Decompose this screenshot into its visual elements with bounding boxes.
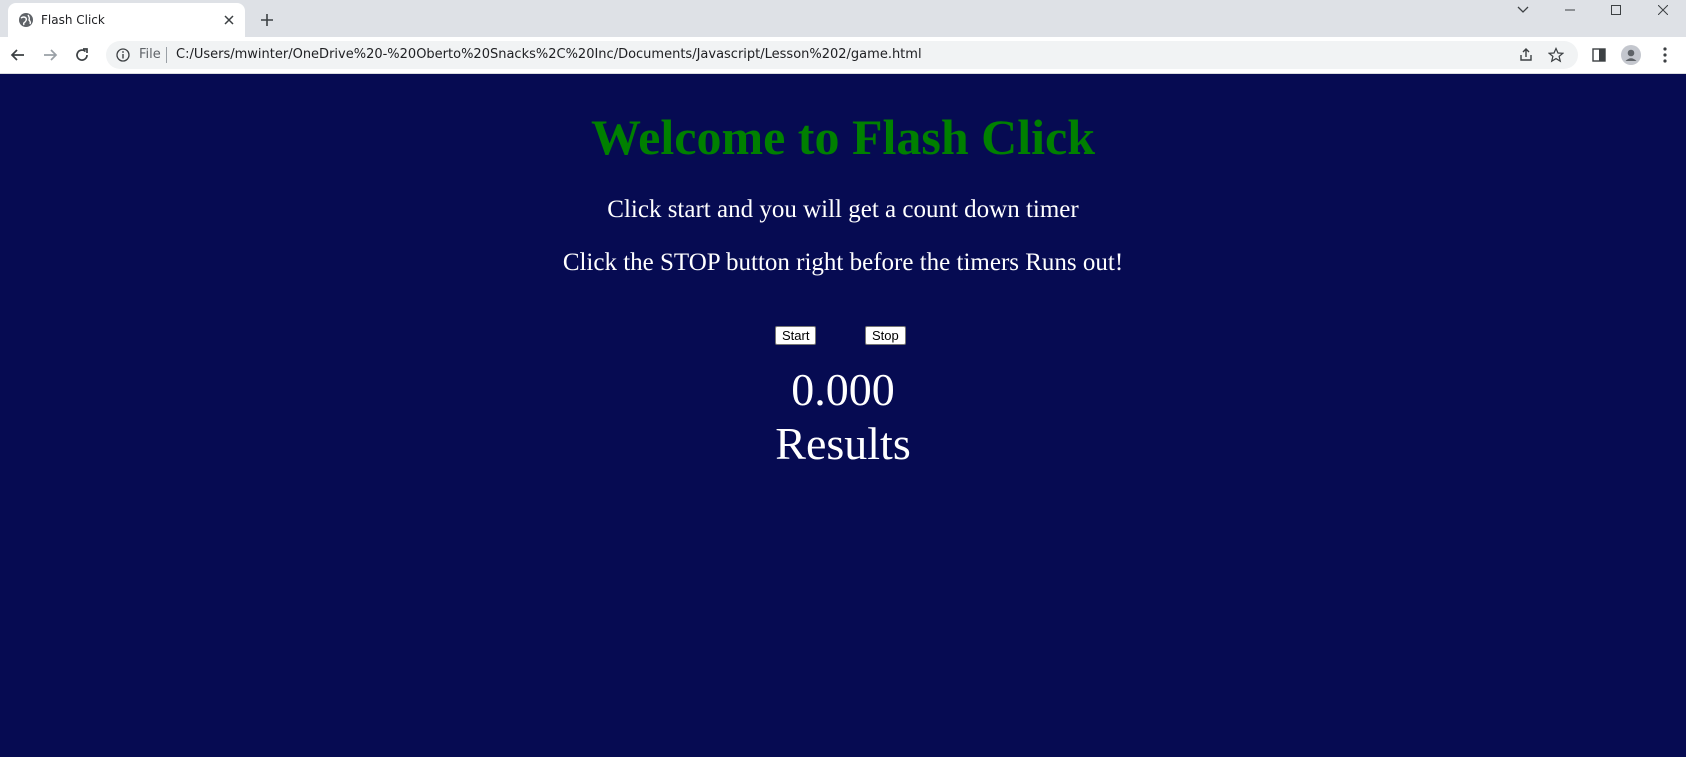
reload-icon[interactable] <box>70 43 94 67</box>
close-icon[interactable] <box>221 12 237 28</box>
more-menu-icon[interactable] <box>1653 43 1677 67</box>
page-content: Welcome to Flash Click Click start and y… <box>0 74 1686 757</box>
browser-tab[interactable]: Flash Click <box>8 3 245 37</box>
tab-title: Flash Click <box>41 13 105 27</box>
instruction-text: Click start and you will get a count dow… <box>607 196 1079 223</box>
side-panel-icon[interactable] <box>1587 43 1611 67</box>
plus-icon[interactable] <box>257 10 277 30</box>
start-button[interactable]: Start <box>775 326 817 345</box>
stop-button[interactable]: Stop <box>865 326 906 345</box>
profile-icon[interactable] <box>1619 43 1643 67</box>
instruction-text-stop: Click the STOP button right before the t… <box>562 249 1124 276</box>
star-icon[interactable] <box>1547 46 1565 64</box>
page-title: Welcome to Flash Click <box>590 109 1096 165</box>
scheme-label: File <box>139 47 161 62</box>
maximize-icon[interactable] <box>1593 0 1639 20</box>
window-close-icon[interactable] <box>1640 0 1686 20</box>
browser-toolbar: File C:/Users/mwinter/OneDrive%20-%20Obe… <box>0 37 1686 74</box>
omnibox-divider <box>166 47 167 63</box>
forward-arrow-icon[interactable] <box>38 43 62 67</box>
globe-icon <box>18 12 34 28</box>
share-icon[interactable] <box>1517 46 1535 64</box>
tab-strip: Flash Click <box>0 0 1686 37</box>
minimize-icon[interactable] <box>1547 0 1593 20</box>
back-arrow-icon[interactable] <box>6 43 30 67</box>
info-icon[interactable] <box>116 48 130 62</box>
chevron-down-icon[interactable] <box>1500 0 1546 20</box>
results-display: Results <box>775 418 911 469</box>
address-bar[interactable]: File C:/Users/mwinter/OneDrive%20-%20Obe… <box>106 41 1578 69</box>
timer-display: 0.000 <box>791 364 895 415</box>
url-text[interactable]: C:/Users/mwinter/OneDrive%20-%20Oberto%2… <box>176 47 922 62</box>
